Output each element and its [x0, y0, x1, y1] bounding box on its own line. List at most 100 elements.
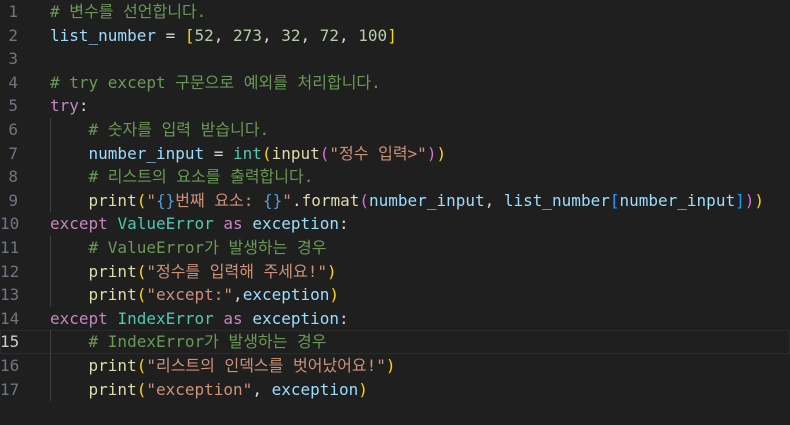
line-number: 13: [0, 285, 20, 305]
code-token: 100: [358, 25, 388, 45]
code-token: # IndexError가 발생하는 경우: [88, 332, 327, 352]
line-code: list_number = [52, 273, 32, 72, 100]: [50, 24, 397, 48]
line-number: 12: [0, 261, 20, 281]
code-line[interactable]: 7 number_input = int(input("정수 입력>")): [0, 142, 790, 166]
code-token: ValueError: [117, 214, 214, 234]
code-token: "정수를 입력해 주세요!": [146, 261, 327, 281]
line-code: print("{}번째 요소: {}".format(number_input,…: [50, 189, 764, 213]
code-line[interactable]: 6 # 숫자를 입력 받습니다.: [0, 118, 790, 142]
line-code: except IndexError as exception:: [50, 307, 349, 331]
code-token: (: [136, 355, 147, 375]
line-number: 7: [8, 143, 18, 163]
code-token: # 숫자를 입력 받습니다.: [88, 119, 270, 139]
code-token: print: [88, 285, 137, 305]
code-token: [: [184, 25, 195, 45]
code-editor[interactable]: 1 # 변수를 선언합니다. 2 list_number = [52, 273, 32…: [0, 0, 790, 425]
line-code: print("except:",exception): [50, 283, 340, 307]
code-token: ": [282, 190, 292, 210]
code-line[interactable]: 13 print("except:",exception): [0, 283, 790, 307]
code-token: =: [155, 25, 185, 45]
code-token: :: [78, 96, 89, 116]
code-token: try: [50, 96, 79, 116]
code-token: 32: [281, 25, 301, 45]
code-line[interactable]: 17 print("exception", exception): [0, 378, 790, 402]
code-token: ,: [233, 285, 243, 305]
code-token: number_input: [369, 190, 485, 210]
code-token: {}: [155, 190, 176, 210]
code-line[interactable]: 8 # 리스트의 요소를 출력합니다.: [0, 165, 790, 189]
code-token: format: [301, 190, 360, 210]
code-line[interactable]: 14 except IndexError as exception:: [0, 307, 790, 331]
code-token: =: [204, 143, 234, 163]
code-token: ,: [484, 190, 504, 210]
code-token: except: [50, 308, 108, 328]
code-line[interactable]: 1 # 변수를 선언합니다.: [0, 0, 790, 24]
line-code: # ValueError가 발생하는 경우: [50, 236, 327, 260]
code-token: as: [223, 308, 243, 328]
code-line[interactable]: 10 except ValueError as exception:: [0, 212, 790, 236]
line-number: 16: [0, 355, 20, 375]
code-token: ): [329, 285, 340, 305]
line-code: # 변수를 선언합니다.: [50, 0, 206, 24]
indent-guide: [50, 118, 51, 213]
code-line[interactable]: 9 print("{}번째 요소: {}".format(number_inpu…: [0, 189, 790, 213]
line-code: # 숫자를 입력 받습니다.: [50, 118, 270, 142]
code-token: 72: [319, 25, 340, 45]
code-token: print: [88, 379, 137, 399]
code-token: ): [744, 190, 755, 210]
line-code: try:: [50, 94, 89, 118]
code-token: (: [136, 379, 147, 399]
code-token: number_input: [619, 190, 736, 210]
code-line[interactable]: 2 list_number = [52, 273, 32, 72, 100]: [0, 24, 790, 48]
line-number: 11: [0, 237, 20, 257]
code-line[interactable]: 4 # try except 구문으로 예외를 처리합니다.: [0, 71, 790, 95]
code-token: list_number: [503, 190, 610, 210]
line-number: 8: [8, 167, 18, 187]
editor-lines: 1 # 변수를 선언합니다. 2 list_number = [52, 273, 32…: [0, 0, 790, 401]
code-token: # 리스트의 요소를 출력합니다.: [88, 167, 314, 187]
code-token: exception: [252, 214, 340, 234]
code-token: 273: [233, 25, 262, 45]
code-line[interactable]: 16 print("리스트의 인덱스를 벗어났어요!"): [0, 354, 790, 378]
code-token: print: [88, 261, 137, 281]
code-token: ]: [735, 190, 745, 210]
code-token: # 변수를 선언합니다.: [50, 2, 207, 21]
code-token: .: [291, 190, 302, 210]
code-token: ): [436, 143, 447, 163]
line-number: 15: [0, 332, 20, 352]
code-token: ,: [339, 25, 359, 45]
code-token: {}: [263, 190, 283, 210]
code-token: ): [327, 261, 337, 281]
line-number: 6: [8, 119, 18, 139]
code-token: IndexError: [117, 308, 214, 328]
code-line[interactable]: 15 # IndexError가 발생하는 경우: [0, 330, 790, 354]
code-token: input: [271, 143, 320, 163]
indent-guide: [50, 236, 51, 307]
code-line[interactable]: 12 print("정수를 입력해 주세요!"): [0, 260, 790, 284]
line-code: # 리스트의 요소를 출력합니다.: [50, 165, 314, 189]
code-line[interactable]: 5 try:: [0, 94, 790, 118]
code-token: "리스트의 인덱스를 벗어났어요!": [146, 355, 386, 375]
code-token: 번째 요소:: [175, 190, 264, 210]
code-token: (: [136, 190, 147, 210]
code-line[interactable]: 11 # ValueError가 발생하는 경우: [0, 236, 790, 260]
code-token: "exception": [146, 379, 253, 399]
code-token: ,: [213, 25, 234, 45]
code-line[interactable]: 3: [0, 47, 790, 71]
code-token: ]: [387, 25, 397, 45]
code-token: ): [385, 355, 396, 375]
code-token: int: [233, 143, 262, 163]
code-token: # try except 구문으로 예외를 처리합니다.: [50, 72, 381, 92]
line-code: # try except 구문으로 예외를 처리합니다.: [50, 71, 381, 95]
line-code: except ValueError as exception:: [50, 212, 349, 236]
